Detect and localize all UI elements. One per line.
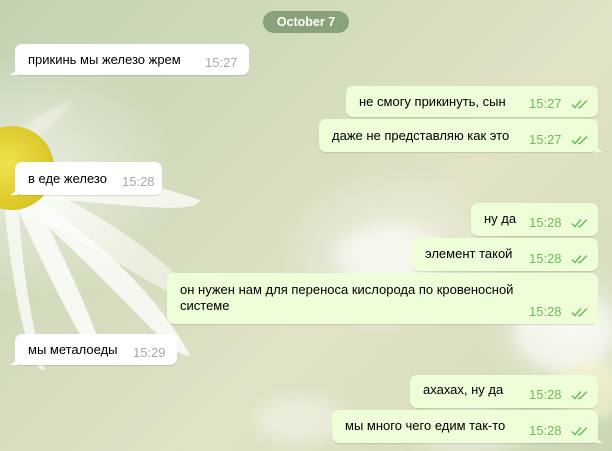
message-outgoing[interactable]: не смогу прикинуть, сын 15:27: [346, 86, 598, 117]
message-outgoing[interactable]: он нужен нам для переноса кислорода по к…: [167, 273, 603, 324]
message-outgoing[interactable]: даже не представляю как это 15:27: [319, 119, 603, 152]
double-check-icon: [571, 135, 588, 145]
message-time: 15:27: [529, 96, 562, 111]
message-text: мы металоеды: [28, 342, 118, 357]
message-time: 15:27: [205, 55, 238, 70]
message-time: 15:28: [529, 215, 562, 230]
bubble-tail: [10, 357, 18, 365]
bubble-tail: [10, 187, 18, 195]
message-outgoing[interactable]: мы много чего едим так-то 15:28: [332, 410, 603, 443]
chamomile-flower-left: [0, 100, 200, 371]
message-time: 15:28: [529, 304, 562, 319]
message-incoming[interactable]: прикинь мы железо жрем 15:27: [10, 44, 249, 75]
bubble-tail: [10, 67, 18, 75]
message-outgoing[interactable]: ну да 15:28: [471, 203, 598, 236]
message-incoming[interactable]: мы металоеды 15:29: [10, 334, 177, 365]
message-text: мы много чего едим так-то: [345, 418, 506, 433]
message-time: 15:28: [122, 174, 155, 189]
double-check-icon: [571, 390, 588, 400]
date-separator: October 7: [263, 11, 349, 33]
message-text: элемент такой: [425, 246, 513, 261]
double-check-icon: [571, 218, 588, 228]
message-text: даже не представляю как это: [332, 128, 510, 143]
message-outgoing[interactable]: элемент такой 15:28: [412, 238, 598, 271]
bubble-tail: [595, 144, 603, 152]
bubble-tail: [595, 316, 603, 324]
double-check-icon: [571, 99, 588, 109]
message-text: он нужен нам для переноса кислорода по к…: [180, 282, 514, 313]
message-time: 15:28: [529, 251, 562, 266]
bubble-tail: [595, 435, 603, 443]
message-time: 15:28: [529, 387, 562, 402]
message-time: 15:29: [133, 345, 166, 360]
message-time: 15:28: [529, 423, 562, 438]
message-text: ахахах, ну да: [423, 382, 504, 397]
message-text: ну да: [484, 211, 517, 226]
double-check-icon: [571, 307, 588, 317]
double-check-icon: [571, 254, 588, 264]
message-text: прикинь мы железо жрем: [28, 52, 181, 67]
message-outgoing[interactable]: ахахах, ну да 15:28: [410, 375, 598, 408]
message-text: в еде железо: [28, 171, 107, 186]
message-incoming[interactable]: в еде железо 15:28: [10, 162, 162, 195]
message-text: не смогу прикинуть, сын: [359, 94, 506, 109]
double-check-icon: [571, 426, 588, 436]
message-time: 15:27: [529, 132, 562, 147]
